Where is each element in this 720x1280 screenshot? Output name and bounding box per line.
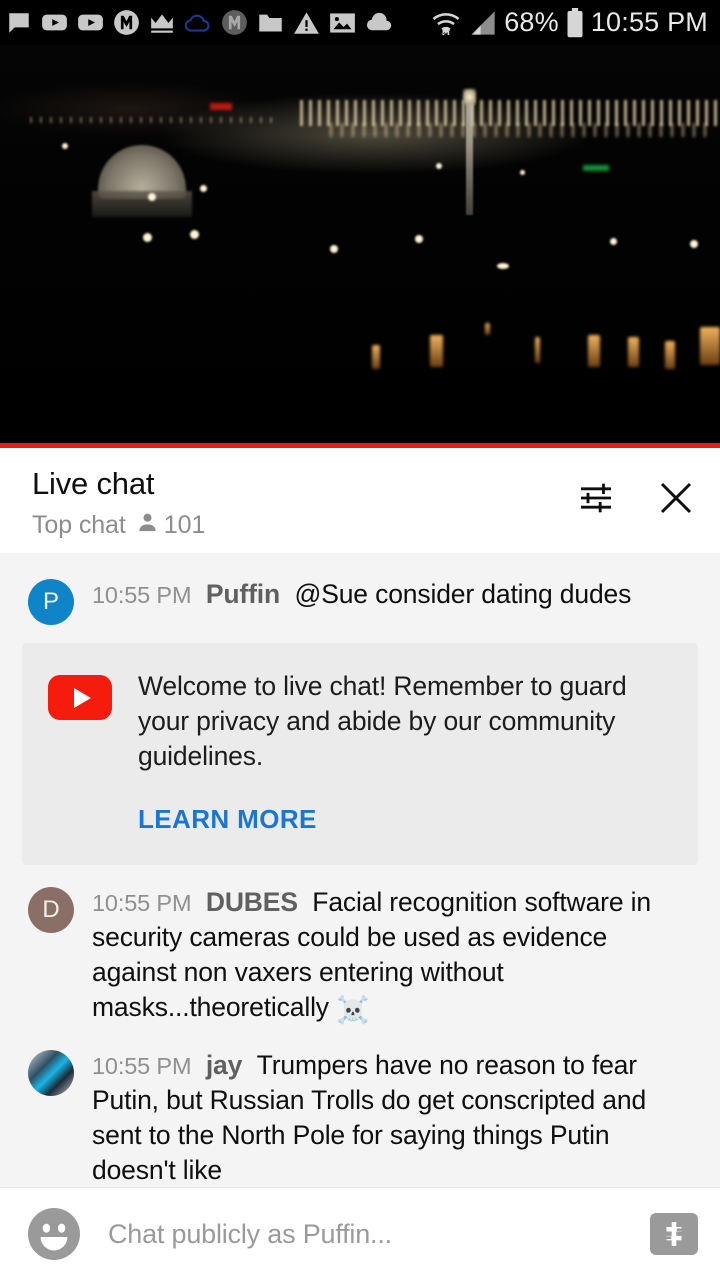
- youtube-play-triangle: [73, 687, 91, 708]
- welcome-card-body: Welcome to live chat! Remember to guard …: [138, 669, 670, 835]
- live-chat-subheader: Top chat 101: [32, 511, 574, 540]
- live-chat-message-list[interactable]: P 10:55 PM Puffin @Sue consider dating d…: [0, 553, 720, 1187]
- building-window-light: [430, 335, 443, 367]
- image-icon: [329, 11, 356, 35]
- red-light-blur: [210, 103, 232, 110]
- cloud-filled-icon: [365, 12, 394, 33]
- distant-lights: [30, 117, 280, 123]
- status-bar-system-icons: 68% 10:55 PM: [430, 7, 708, 38]
- light-dot: [497, 263, 509, 269]
- status-bar-notification-icons: [6, 9, 430, 36]
- chat-mode-label[interactable]: Top chat: [32, 511, 126, 540]
- skull-crossbones-emoji: ☠️: [336, 994, 370, 1025]
- clock-label: 10:55 PM: [590, 7, 708, 37]
- message-timestamp: 10:55 PM: [92, 889, 192, 916]
- close-icon[interactable]: [654, 476, 698, 520]
- building-window-light: [485, 323, 490, 335]
- list-item[interactable]: 10:55 PM jay Trumpers have no reason to …: [0, 1038, 720, 1187]
- learn-more-link[interactable]: LEARN MORE: [138, 804, 670, 835]
- live-chat-header: Live chat Top chat 101: [0, 448, 720, 559]
- message-body: 10:55 PM DUBES Facial recognition softwa…: [92, 885, 698, 1029]
- cellular-signal-icon: [469, 10, 497, 36]
- battery-percent-label: 68%: [504, 7, 559, 37]
- message-line: 10:55 PM Puffin @Sue consider dating dud…: [92, 577, 698, 612]
- m-circle-icon: [113, 9, 140, 36]
- message-author[interactable]: DUBES: [206, 887, 298, 917]
- message-author[interactable]: Puffin: [206, 579, 280, 609]
- youtube-icon: [41, 9, 68, 36]
- city-skyline-lights-lower: [330, 123, 710, 137]
- status-bar: 68% 10:55 PM: [0, 0, 720, 45]
- light-dot: [148, 193, 156, 201]
- building-window-light: [700, 327, 720, 365]
- avatar[interactable]: P: [28, 579, 74, 625]
- message-icon: [6, 10, 32, 36]
- green-light-blur: [583, 165, 609, 171]
- building-window-light: [588, 335, 600, 367]
- building-window-light: [372, 345, 380, 369]
- avatar[interactable]: [28, 1050, 74, 1097]
- avatar-letter: P: [42, 588, 59, 615]
- light-dot: [62, 143, 68, 149]
- light-dot: [415, 235, 423, 243]
- list-item[interactable]: P 10:55 PM Puffin @Sue consider dating d…: [0, 567, 720, 635]
- viewer-count: 101: [136, 510, 206, 540]
- list-item[interactable]: D 10:55 PM DUBES Facial recognition soft…: [0, 875, 720, 1039]
- message-text: @Sue consider dating dudes: [294, 579, 632, 609]
- person-icon: [136, 511, 159, 539]
- avatar-letter: D: [42, 895, 60, 923]
- viewer-count-label: 101: [163, 510, 206, 539]
- youtube-logo-icon: [48, 675, 112, 720]
- building-window-light: [665, 341, 675, 369]
- welcome-card: Welcome to live chat! Remember to guard …: [22, 643, 698, 865]
- message-timestamp: 10:55 PM: [92, 1053, 192, 1080]
- chat-input[interactable]: Chat publicly as Puffin...: [108, 1219, 650, 1250]
- light-dot: [190, 230, 199, 239]
- jefferson-memorial-base: [92, 191, 192, 217]
- crown-icon: [149, 12, 175, 34]
- washington-monument: [466, 97, 473, 215]
- light-dot: [330, 245, 338, 253]
- message-timestamp: 10:55 PM: [92, 582, 192, 608]
- building-window-light: [628, 337, 639, 367]
- folder-icon: [257, 11, 284, 34]
- live-chat-header-titles: Live chat Top chat 101: [32, 466, 574, 540]
- avatar[interactable]: D: [28, 886, 74, 933]
- warning-triangle-icon: [293, 11, 320, 35]
- light-dot: [520, 170, 525, 175]
- m-circle-dark-icon: [221, 9, 248, 36]
- emoji-smiley-icon[interactable]: [28, 1208, 80, 1260]
- battery-icon: [566, 7, 584, 38]
- welcome-message-text: Welcome to live chat! Remember to guard …: [138, 671, 627, 772]
- message-body: 10:55 PM Puffin @Sue consider dating dud…: [92, 577, 698, 612]
- live-video-player[interactable]: [0, 45, 720, 448]
- light-dot: [143, 233, 152, 242]
- message-body: 10:55 PM jay Trumpers have no reason to …: [92, 1048, 698, 1187]
- washington-monument-beacon: [463, 89, 476, 105]
- light-dot: [690, 240, 698, 248]
- super-chat-dollar-icon[interactable]: [650, 1213, 698, 1255]
- wifi-icon: [430, 9, 462, 37]
- page-title: Live chat: [32, 466, 155, 501]
- tune-icon[interactable]: [574, 476, 618, 520]
- light-dot: [200, 185, 207, 192]
- building-window-light: [535, 337, 540, 363]
- message-line: 10:55 PM jay Trumpers have no reason to …: [92, 1048, 698, 1187]
- live-chat-header-actions: [574, 466, 704, 520]
- youtube-live-chat-screen: 68% 10:55 PM Live chat Top chat 101 P 10…: [0, 0, 720, 1280]
- chat-input-bar: Chat publicly as Puffin...: [0, 1187, 720, 1280]
- light-dot: [436, 163, 442, 169]
- youtube-icon: [77, 9, 104, 36]
- message-line: 10:55 PM DUBES Facial recognition softwa…: [92, 885, 698, 1029]
- light-dot: [610, 238, 617, 245]
- cloud-outline-icon: [184, 12, 212, 34]
- message-author[interactable]: jay: [206, 1050, 243, 1080]
